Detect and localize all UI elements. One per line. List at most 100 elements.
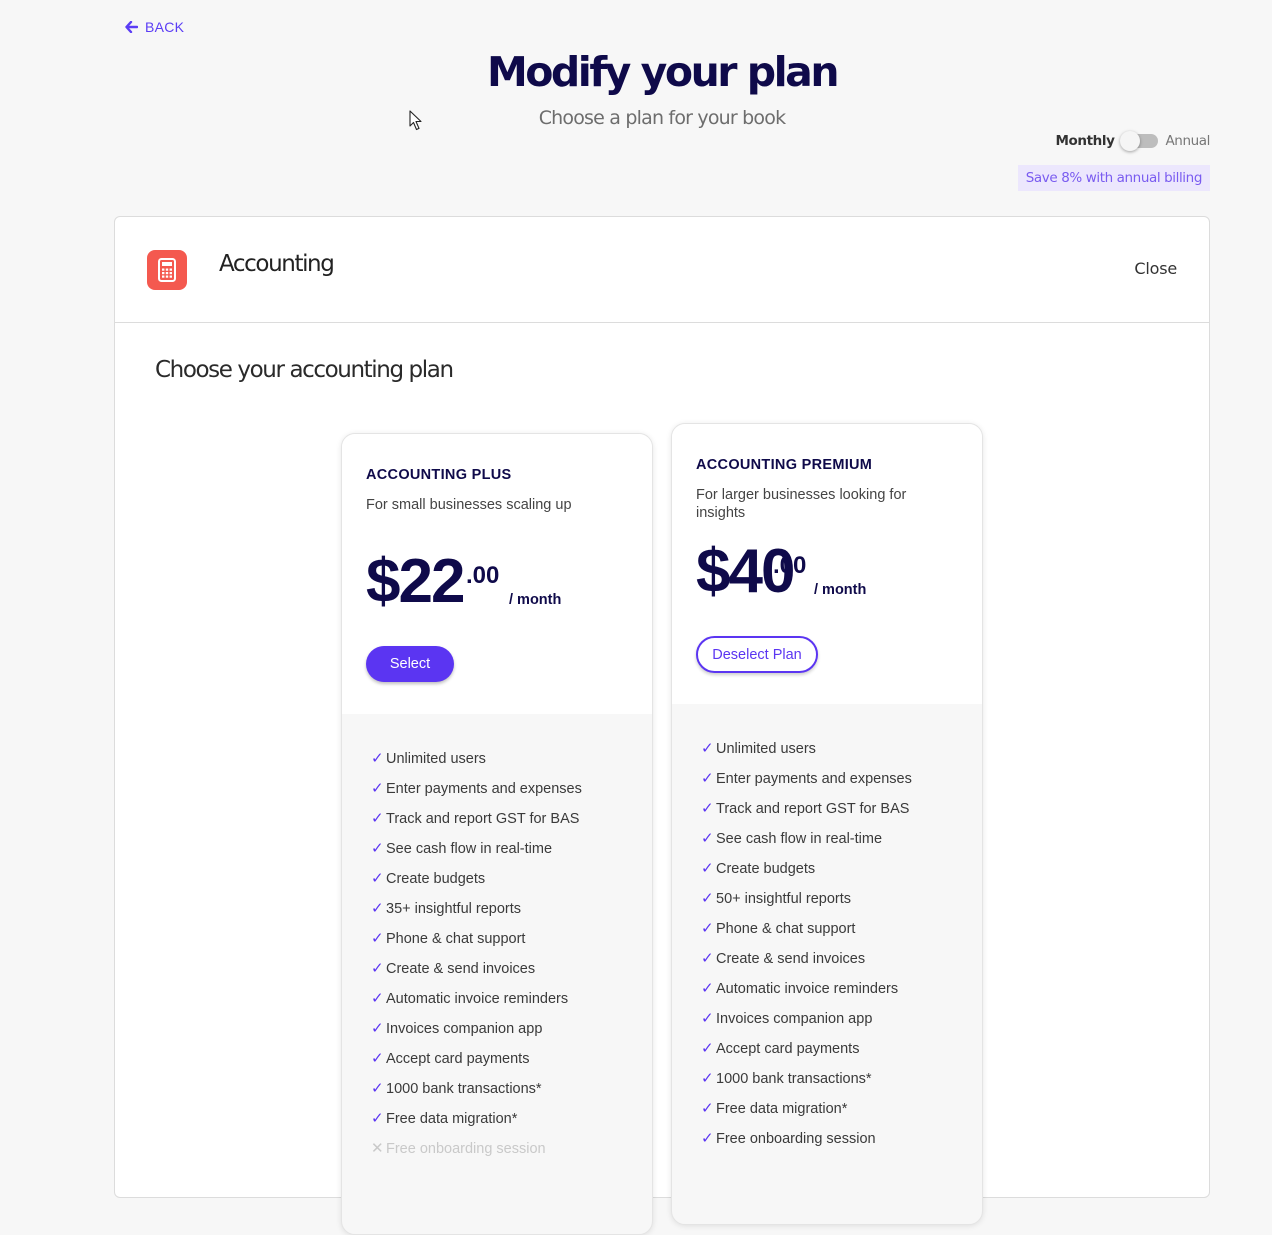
checkmark-icon: ✓ [371, 930, 384, 947]
checkmark-icon: ✓ [371, 780, 384, 797]
feature-label: Unlimited users [716, 741, 816, 757]
feature-label: Accept card payments [386, 1051, 530, 1067]
billing-period-switch[interactable] [1120, 131, 1159, 151]
feature-label: Phone & chat support [386, 931, 526, 947]
feature-label: Unlimited users [386, 751, 486, 767]
calculator-icon [147, 250, 187, 290]
checkmark-icon: ✓ [371, 990, 384, 1007]
back-label: BACK [145, 19, 185, 35]
feature-list: ✓ Unlimited users ✓ Enter payments and expe… [371, 744, 582, 1164]
feature-item: ✓ 1000 bank transactions* [371, 1074, 582, 1104]
feature-item: ✓ 1000 bank transactions* [701, 1064, 912, 1094]
feature-item: ✓ Free onboarding session [701, 1124, 912, 1154]
checkmark-icon: ✓ [371, 840, 384, 857]
plan-description: For larger businesses looking for insigh… [696, 487, 907, 521]
feature-item: ✓ See cash flow in real-time [371, 834, 582, 864]
panel-header: Accounting Close [115, 217, 1209, 323]
panel-title: Accounting [219, 251, 335, 277]
feature-label: Create & send invoices [386, 961, 536, 977]
feature-item: ✓ Enter payments and expenses [701, 764, 912, 794]
checkmark-icon: ✓ [371, 1110, 384, 1127]
price-period: / month [509, 592, 562, 608]
billing-toggle: Monthly Annual [1055, 131, 1210, 151]
feature-list: ✓ Unlimited users ✓ Enter payments and expe… [701, 734, 912, 1154]
feature-label: Free data migration* [716, 1101, 848, 1117]
feature-item: ✓ Invoices companion app [371, 1014, 582, 1044]
feature-label: See cash flow in real-time [386, 841, 553, 857]
price-cents: .00 [466, 562, 500, 589]
checkmark-icon: ✓ [701, 1070, 714, 1087]
close-button[interactable]: Close [1134, 259, 1177, 278]
checkmark-icon: ✓ [701, 800, 714, 817]
plan-name: ACCOUNTING PREMIUM [696, 457, 873, 473]
feature-item: ✓ Create & send invoices [371, 954, 582, 984]
checkmark-icon: ✓ [371, 960, 384, 977]
checkmark-icon: ✓ [701, 1010, 714, 1027]
checkmark-icon: ✓ [701, 770, 714, 787]
feature-label: Automatic invoice reminders [716, 981, 899, 997]
feature-item: ✓ Create budgets [371, 864, 582, 894]
billing-annual-label[interactable]: Annual [1165, 133, 1210, 149]
cross-icon: ✕ [371, 1140, 384, 1157]
feature-item: ✓ Free data migration* [371, 1104, 582, 1134]
plan-card-accounting-plus: ACCOUNTING PLUS For small businesses sca… [341, 433, 653, 1235]
feature-item: ✕ Free onboarding session [371, 1134, 582, 1164]
checkmark-icon: ✓ [371, 870, 384, 887]
page-subtitle: Choose a plan for your book [538, 107, 786, 129]
feature-item: ✓ Create budgets [701, 854, 912, 884]
price-cents: .00 [773, 552, 807, 579]
checkmark-icon: ✓ [701, 920, 714, 937]
plan-name: ACCOUNTING PLUS [366, 467, 512, 483]
feature-item: ✓ Enter payments and expenses [371, 774, 582, 804]
back-link[interactable]: BACK [125, 19, 184, 35]
feature-label: Phone & chat support [716, 921, 856, 937]
feature-item: ✓ Track and report GST for BAS [371, 804, 582, 834]
checkmark-icon: ✓ [701, 830, 714, 847]
switch-knob[interactable] [1120, 131, 1141, 151]
feature-item: ✓ See cash flow in real-time [701, 824, 912, 854]
checkmark-icon: ✓ [371, 900, 384, 917]
checkmark-icon: ✓ [701, 950, 714, 967]
feature-label: Create budgets [716, 861, 816, 877]
deselect-plan-button[interactable]: Deselect Plan [696, 636, 818, 673]
feature-item: ✓ Unlimited users [701, 734, 912, 764]
feature-label: Invoices companion app [386, 1021, 543, 1037]
section-title: Choose your accounting plan [155, 357, 454, 383]
accounting-panel: Accounting Close Choose your accounting … [114, 216, 1210, 1235]
feature-label: 1000 bank transactions* [386, 1081, 542, 1097]
feature-label: Free onboarding session [386, 1141, 546, 1157]
feature-item: ✓ Accept card payments [371, 1044, 582, 1074]
feature-label: Create budgets [386, 871, 486, 887]
feature-label: Enter payments and expenses [716, 771, 912, 787]
feature-item: ✓ Accept card payments [701, 1034, 912, 1064]
price-period: / month [814, 582, 867, 598]
plan-card-accounting-premium: ACCOUNTING PREMIUM For larger businesses… [671, 423, 983, 1225]
checkmark-icon: ✓ [701, 980, 714, 997]
feature-item: ✓ Automatic invoice reminders [701, 974, 912, 1004]
feature-item: ✓ 35+ insightful reports [371, 894, 582, 924]
feature-item: ✓ Phone & chat support [371, 924, 582, 954]
page-title: Modify your plan [486, 48, 840, 96]
plan-summary: ACCOUNTING PREMIUM For larger businesses… [672, 424, 982, 704]
feature-label: Automatic invoice reminders [386, 991, 569, 1007]
checkmark-icon: ✓ [701, 890, 714, 907]
checkmark-icon: ✓ [701, 1040, 714, 1057]
feature-item: ✓ Track and report GST for BAS [701, 794, 912, 824]
feature-label: 1000 bank transactions* [716, 1071, 872, 1087]
feature-label: Enter payments and expenses [386, 781, 582, 797]
feature-label: Free data migration* [386, 1111, 518, 1127]
feature-item: ✓ Free data migration* [701, 1094, 912, 1124]
feature-item: ✓ Phone & chat support [701, 914, 912, 944]
feature-label: 35+ insightful reports [386, 901, 522, 917]
feature-item: ✓ 50+ insightful reports [701, 884, 912, 914]
checkmark-icon: ✓ [371, 1020, 384, 1037]
feature-label: Create & send invoices [716, 951, 866, 967]
checkmark-icon: ✓ [701, 740, 714, 757]
checkmark-icon: ✓ [371, 1050, 384, 1067]
price-dollars: $22 [366, 547, 465, 616]
annual-savings-badge: Save 8% with annual billing [1017, 165, 1210, 191]
select-plan-button[interactable]: Select [366, 646, 454, 682]
feature-item: ✓ Automatic invoice reminders [371, 984, 582, 1014]
billing-monthly-label[interactable]: Monthly [1055, 133, 1114, 149]
plan-price: $22 [366, 546, 465, 617]
